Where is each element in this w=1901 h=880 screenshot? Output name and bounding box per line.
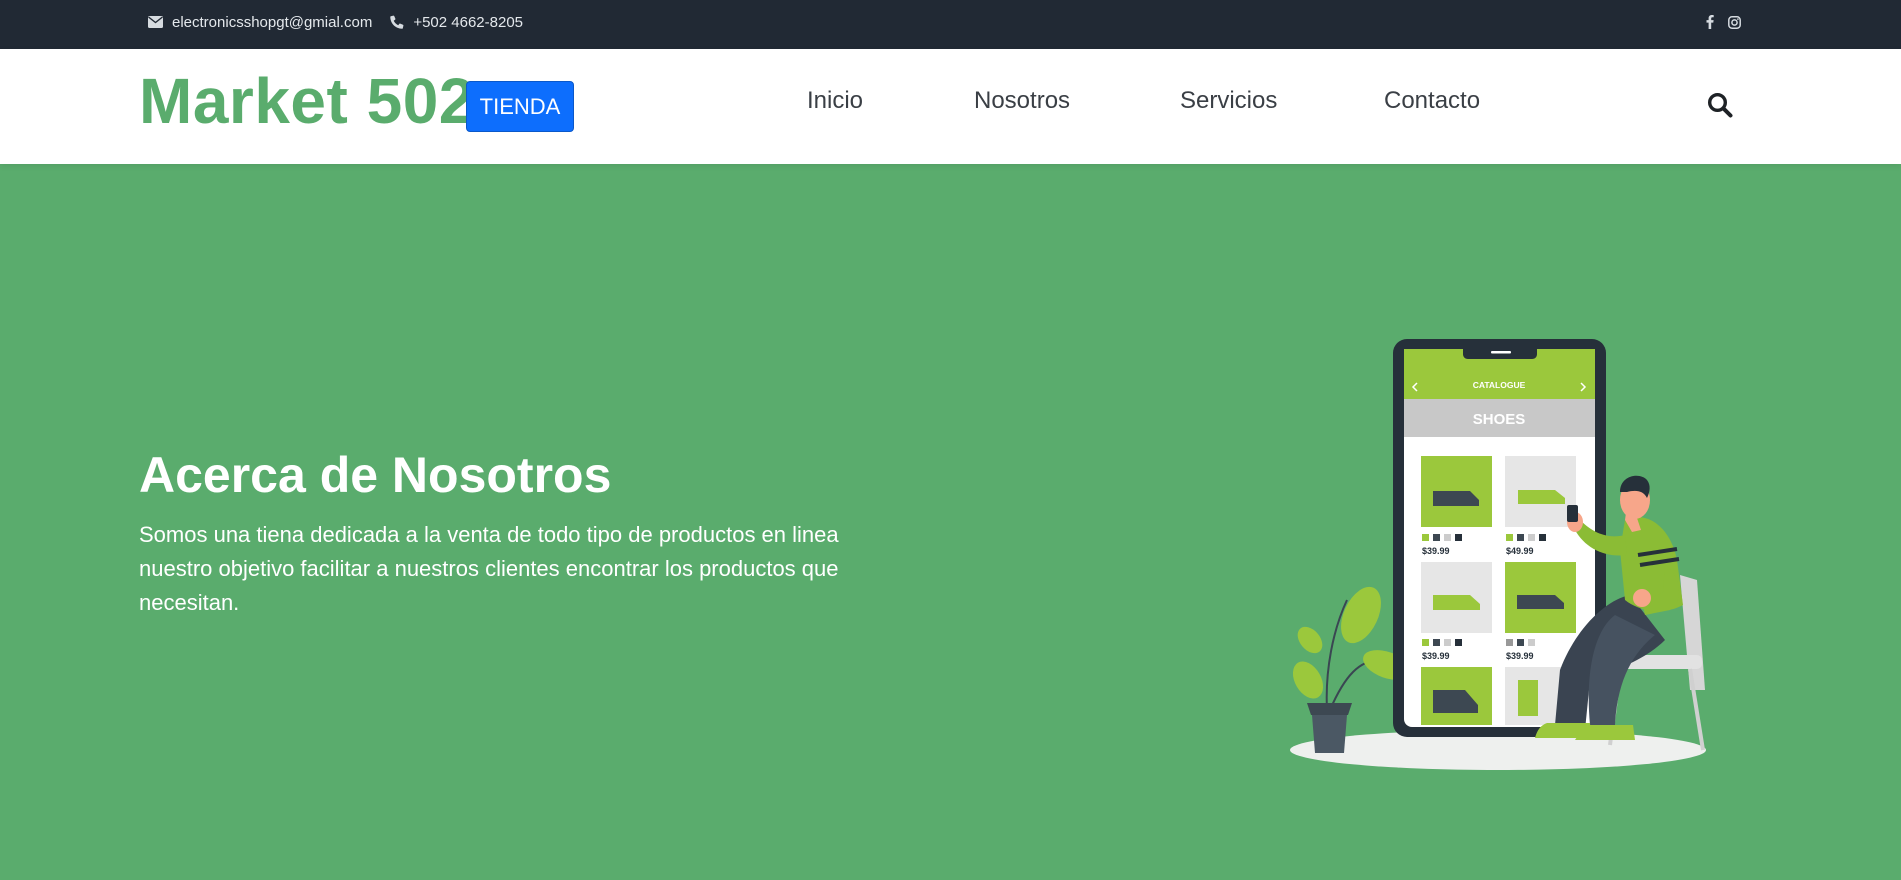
top-contact-bar: electronicsshopgt@gmial.com +502 4662-82… <box>0 0 1901 49</box>
hero-title: Acerca de Nosotros <box>139 447 612 503</box>
price-3: $39.99 <box>1422 651 1450 661</box>
store-button[interactable]: TIENDA <box>466 81 574 132</box>
phone-text: +502 4662-8205 <box>413 13 523 31</box>
search-icon[interactable] <box>1707 92 1733 118</box>
price-1: $39.99 <box>1422 546 1450 556</box>
brand-logo[interactable]: Market 502 <box>139 69 475 133</box>
main-navbar: Market 502 TIENDA Inicio Nosotros Servic… <box>0 49 1901 164</box>
email-contact[interactable]: electronicsshopgt@gmial.com <box>148 14 372 31</box>
social-links <box>1706 0 1741 44</box>
nav-link-nosotros[interactable]: Nosotros <box>974 87 1070 115</box>
app-title: CATALOGUE <box>1473 380 1526 390</box>
category-label: SHOES <box>1473 411 1526 428</box>
email-text: electronicsshopgt@gmial.com <box>172 13 373 31</box>
envelope-icon <box>148 16 163 28</box>
shopping-app-illustration: CATALOGUE SHOES $39.99 $49.99 $39.99 $39… <box>1290 339 1706 770</box>
facebook-icon[interactable] <box>1706 15 1714 29</box>
hero-description: Somos una tiena dedicada a la venta de t… <box>139 522 839 615</box>
nav-link-servicios[interactable]: Servicios <box>1180 87 1277 115</box>
price-2: $49.99 <box>1506 546 1534 556</box>
nav-link-inicio[interactable]: Inicio <box>807 87 863 115</box>
contact-info: electronicsshopgt@gmial.com +502 4662-82… <box>148 0 531 44</box>
phone-icon <box>390 15 404 29</box>
instagram-icon[interactable] <box>1728 15 1741 29</box>
phone-contact[interactable]: +502 4662-8205 <box>390 14 523 31</box>
price-4: $39.99 <box>1506 651 1534 661</box>
nav-link-contacto[interactable]: Contacto <box>1384 87 1480 115</box>
